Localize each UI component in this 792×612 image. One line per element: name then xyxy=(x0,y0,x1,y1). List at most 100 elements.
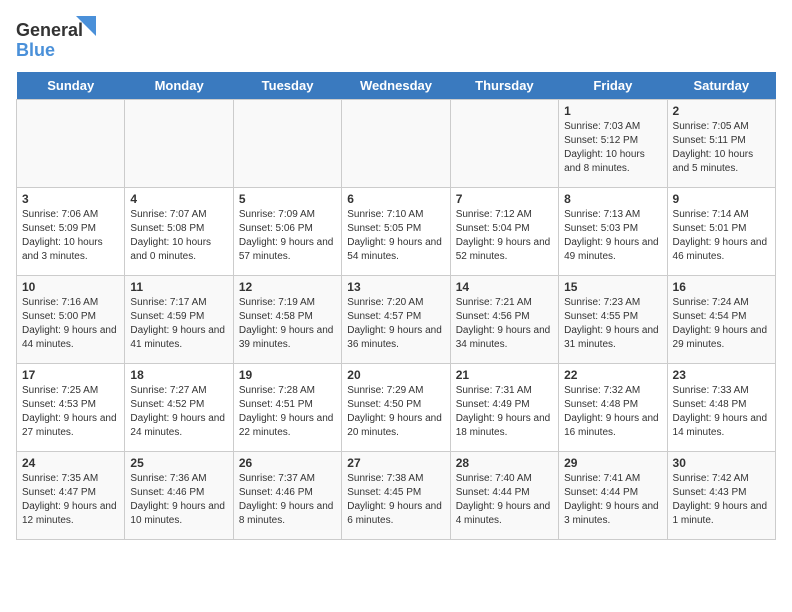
day-number: 22 xyxy=(564,368,661,382)
calendar-table: SundayMondayTuesdayWednesdayThursdayFrid… xyxy=(16,72,776,540)
calendar-cell: 5 Sunrise: 7:09 AM Sunset: 5:06 PM Daylig… xyxy=(233,188,341,276)
day-info: Sunrise: 7:12 AM Sunset: 5:04 PM Dayligh… xyxy=(456,208,553,264)
svg-text:General: General xyxy=(16,20,83,40)
calendar-cell: 17 Sunrise: 7:25 AM Sunset: 4:53 PM Dayli… xyxy=(17,364,125,452)
calendar-cell: 26 Sunrise: 7:37 AM Sunset: 4:46 PM Dayli… xyxy=(233,452,341,540)
day-number: 16 xyxy=(673,280,770,294)
calendar-cell: 13Sunrise: 7:20 AM Sunset: 4:57 PM Dayli… xyxy=(342,276,450,364)
day-info: Sunrise: 7:09 AM Sunset: 5:06 PM Dayligh… xyxy=(239,208,336,264)
day-number: 29 xyxy=(564,456,661,470)
day-info: Sunrise: 7:19 AM Sunset: 4:58 PM Dayligh… xyxy=(239,296,336,352)
calendar-week-row: 24Sunrise: 7:35 AM Sunset: 4:47 PM Dayli… xyxy=(17,452,776,540)
day-number: 2 xyxy=(673,104,770,118)
day-number: 27 xyxy=(347,456,444,470)
header: GeneralBlue xyxy=(16,16,776,60)
day-info: Sunrise: 7:28 AM Sunset: 4:51 PM Dayligh… xyxy=(239,384,336,440)
day-number: 21 xyxy=(456,368,553,382)
day-info: Sunrise: 7:24 AM Sunset: 4:54 PM Dayligh… xyxy=(673,296,770,352)
day-number: 6 xyxy=(347,192,444,206)
logo-svg: GeneralBlue xyxy=(16,16,96,60)
calendar-week-row: 10 Sunrise: 7:16 AM Sunset: 5:00 PM Dayli… xyxy=(17,276,776,364)
calendar-cell: 11Sunrise: 7:17 AM Sunset: 4:59 PM Dayli… xyxy=(125,276,233,364)
day-number: 30 xyxy=(673,456,770,470)
calendar-cell: 10 Sunrise: 7:16 AM Sunset: 5:00 PM Dayli… xyxy=(17,276,125,364)
day-number: 9 xyxy=(673,192,770,206)
calendar-cell: 7 Sunrise: 7:12 AM Sunset: 5:04 PM Daylig… xyxy=(450,188,558,276)
calendar-cell: 30 Sunrise: 7:42 AM Sunset: 4:43 PM Dayli… xyxy=(667,452,775,540)
day-number: 10 xyxy=(22,280,119,294)
day-number: 8 xyxy=(564,192,661,206)
day-info: Sunrise: 7:29 AM Sunset: 4:50 PM Dayligh… xyxy=(347,384,444,440)
day-header: Wednesday xyxy=(342,72,450,100)
calendar-cell: 2 Sunrise: 7:05 AM Sunset: 5:11 PM Daylig… xyxy=(667,100,775,188)
calendar-cell: 20Sunrise: 7:29 AM Sunset: 4:50 PM Dayli… xyxy=(342,364,450,452)
day-number: 18 xyxy=(130,368,227,382)
day-number: 12 xyxy=(239,280,336,294)
day-number: 23 xyxy=(673,368,770,382)
day-number: 14 xyxy=(456,280,553,294)
calendar-cell xyxy=(17,100,125,188)
calendar-cell: 23 Sunrise: 7:33 AM Sunset: 4:48 PM Dayli… xyxy=(667,364,775,452)
day-info: Sunrise: 7:33 AM Sunset: 4:48 PM Dayligh… xyxy=(673,384,770,440)
day-info: Sunrise: 7:23 AM Sunset: 4:55 PM Dayligh… xyxy=(564,296,661,352)
calendar-cell: 24Sunrise: 7:35 AM Sunset: 4:47 PM Dayli… xyxy=(17,452,125,540)
day-info: Sunrise: 7:27 AM Sunset: 4:52 PM Dayligh… xyxy=(130,384,227,440)
calendar-cell xyxy=(233,100,341,188)
day-number: 4 xyxy=(130,192,227,206)
header-row: SundayMondayTuesdayWednesdayThursdayFrid… xyxy=(17,72,776,100)
day-number: 26 xyxy=(239,456,336,470)
calendar-cell: 22 Sunrise: 7:32 AM Sunset: 4:48 PM Dayli… xyxy=(559,364,667,452)
calendar-cell: 1 Sunrise: 7:03 AM Sunset: 5:12 PM Daylig… xyxy=(559,100,667,188)
day-number: 5 xyxy=(239,192,336,206)
calendar-cell: 27 Sunrise: 7:38 AM Sunset: 4:45 PM Dayli… xyxy=(342,452,450,540)
day-info: Sunrise: 7:42 AM Sunset: 4:43 PM Dayligh… xyxy=(673,472,770,528)
day-info: Sunrise: 7:37 AM Sunset: 4:46 PM Dayligh… xyxy=(239,472,336,528)
calendar-cell: 29 Sunrise: 7:41 AM Sunset: 4:44 PM Dayli… xyxy=(559,452,667,540)
day-info: Sunrise: 7:41 AM Sunset: 4:44 PM Dayligh… xyxy=(564,472,661,528)
day-info: Sunrise: 7:05 AM Sunset: 5:11 PM Dayligh… xyxy=(673,120,770,176)
calendar-cell: 4 Sunrise: 7:07 AM Sunset: 5:08 PM Daylig… xyxy=(125,188,233,276)
calendar-cell: 14 Sunrise: 7:21 AM Sunset: 4:56 PM Dayli… xyxy=(450,276,558,364)
calendar-cell: 18 Sunrise: 7:27 AM Sunset: 4:52 PM Dayli… xyxy=(125,364,233,452)
calendar-week-row: 1 Sunrise: 7:03 AM Sunset: 5:12 PM Daylig… xyxy=(17,100,776,188)
day-info: Sunrise: 7:14 AM Sunset: 5:01 PM Dayligh… xyxy=(673,208,770,264)
day-info: Sunrise: 7:13 AM Sunset: 5:03 PM Dayligh… xyxy=(564,208,661,264)
day-header: Thursday xyxy=(450,72,558,100)
calendar-cell: 28Sunrise: 7:40 AM Sunset: 4:44 PM Dayli… xyxy=(450,452,558,540)
day-info: Sunrise: 7:10 AM Sunset: 5:05 PM Dayligh… xyxy=(347,208,444,264)
day-number: 3 xyxy=(22,192,119,206)
day-number: 13 xyxy=(347,280,444,294)
calendar-cell: 25Sunrise: 7:36 AM Sunset: 4:46 PM Dayli… xyxy=(125,452,233,540)
day-header: Saturday xyxy=(667,72,775,100)
calendar-cell: 9 Sunrise: 7:14 AM Sunset: 5:01 PM Daylig… xyxy=(667,188,775,276)
day-info: Sunrise: 7:25 AM Sunset: 4:53 PM Dayligh… xyxy=(22,384,119,440)
day-info: Sunrise: 7:32 AM Sunset: 4:48 PM Dayligh… xyxy=(564,384,661,440)
calendar-week-row: 3 Sunrise: 7:06 AM Sunset: 5:09 PM Daylig… xyxy=(17,188,776,276)
day-info: Sunrise: 7:31 AM Sunset: 4:49 PM Dayligh… xyxy=(456,384,553,440)
calendar-cell: 6 Sunrise: 7:10 AM Sunset: 5:05 PM Daylig… xyxy=(342,188,450,276)
day-number: 7 xyxy=(456,192,553,206)
calendar-cell xyxy=(342,100,450,188)
calendar-cell xyxy=(125,100,233,188)
day-info: Sunrise: 7:07 AM Sunset: 5:08 PM Dayligh… xyxy=(130,208,227,264)
day-info: Sunrise: 7:21 AM Sunset: 4:56 PM Dayligh… xyxy=(456,296,553,352)
day-info: Sunrise: 7:06 AM Sunset: 5:09 PM Dayligh… xyxy=(22,208,119,264)
day-info: Sunrise: 7:03 AM Sunset: 5:12 PM Dayligh… xyxy=(564,120,661,176)
logo: GeneralBlue xyxy=(16,16,96,60)
day-number: 17 xyxy=(22,368,119,382)
day-number: 28 xyxy=(456,456,553,470)
day-header: Sunday xyxy=(17,72,125,100)
day-header: Friday xyxy=(559,72,667,100)
day-number: 1 xyxy=(564,104,661,118)
day-info: Sunrise: 7:35 AM Sunset: 4:47 PM Dayligh… xyxy=(22,472,119,528)
calendar-week-row: 17 Sunrise: 7:25 AM Sunset: 4:53 PM Dayli… xyxy=(17,364,776,452)
day-number: 25 xyxy=(130,456,227,470)
day-info: Sunrise: 7:38 AM Sunset: 4:45 PM Dayligh… xyxy=(347,472,444,528)
calendar-cell: 15Sunrise: 7:23 AM Sunset: 4:55 PM Dayli… xyxy=(559,276,667,364)
day-info: Sunrise: 7:16 AM Sunset: 5:00 PM Dayligh… xyxy=(22,296,119,352)
calendar-cell: 12 Sunrise: 7:19 AM Sunset: 4:58 PM Dayli… xyxy=(233,276,341,364)
calendar-cell: 19Sunrise: 7:28 AM Sunset: 4:51 PM Dayli… xyxy=(233,364,341,452)
calendar-cell: 21 Sunrise: 7:31 AM Sunset: 4:49 PM Dayli… xyxy=(450,364,558,452)
calendar-cell: 16 Sunrise: 7:24 AM Sunset: 4:54 PM Dayli… xyxy=(667,276,775,364)
calendar-cell: 3 Sunrise: 7:06 AM Sunset: 5:09 PM Daylig… xyxy=(17,188,125,276)
